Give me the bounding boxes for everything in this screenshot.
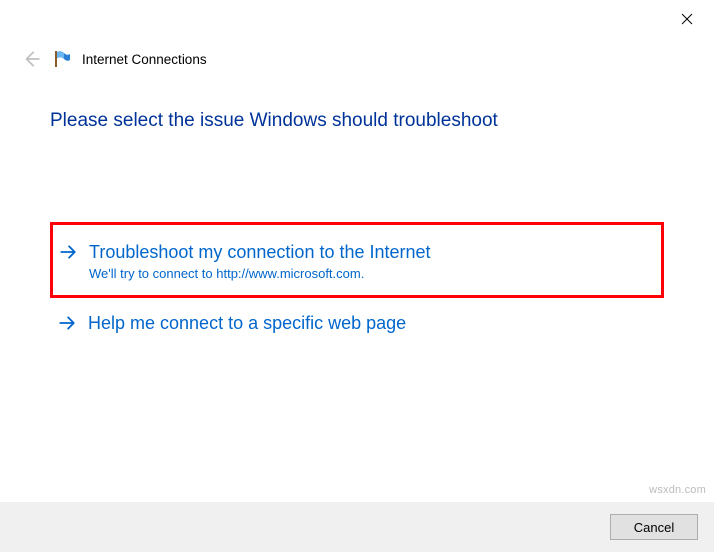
cancel-button[interactable]: Cancel bbox=[610, 514, 698, 540]
footer: Cancel bbox=[0, 502, 714, 552]
main-content: Please select the issue Windows should t… bbox=[50, 110, 664, 350]
option-text: Troubleshoot my connection to the Intern… bbox=[89, 241, 431, 281]
watermark: wsxdn.com bbox=[649, 484, 706, 496]
option-specific-webpage[interactable]: Help me connect to a specific web page bbox=[50, 298, 664, 349]
option-subtitle: We'll try to connect to http://www.micro… bbox=[89, 266, 431, 281]
close-button[interactable] bbox=[676, 8, 698, 30]
troubleshooter-flag-icon bbox=[52, 49, 72, 69]
option-title: Troubleshoot my connection to the Intern… bbox=[89, 241, 431, 264]
back-arrow-icon bbox=[20, 48, 42, 70]
page-heading: Please select the issue Windows should t… bbox=[50, 110, 664, 132]
option-title: Help me connect to a specific web page bbox=[88, 312, 406, 335]
option-troubleshoot-internet[interactable]: Troubleshoot my connection to the Intern… bbox=[50, 222, 664, 298]
window-title: Internet Connections bbox=[82, 52, 207, 67]
arrow-right-icon bbox=[58, 314, 76, 334]
arrow-right-icon bbox=[59, 243, 77, 263]
header: Internet Connections bbox=[20, 48, 694, 70]
option-text: Help me connect to a specific web page bbox=[88, 312, 406, 335]
options-list: Troubleshoot my connection to the Intern… bbox=[50, 222, 664, 350]
